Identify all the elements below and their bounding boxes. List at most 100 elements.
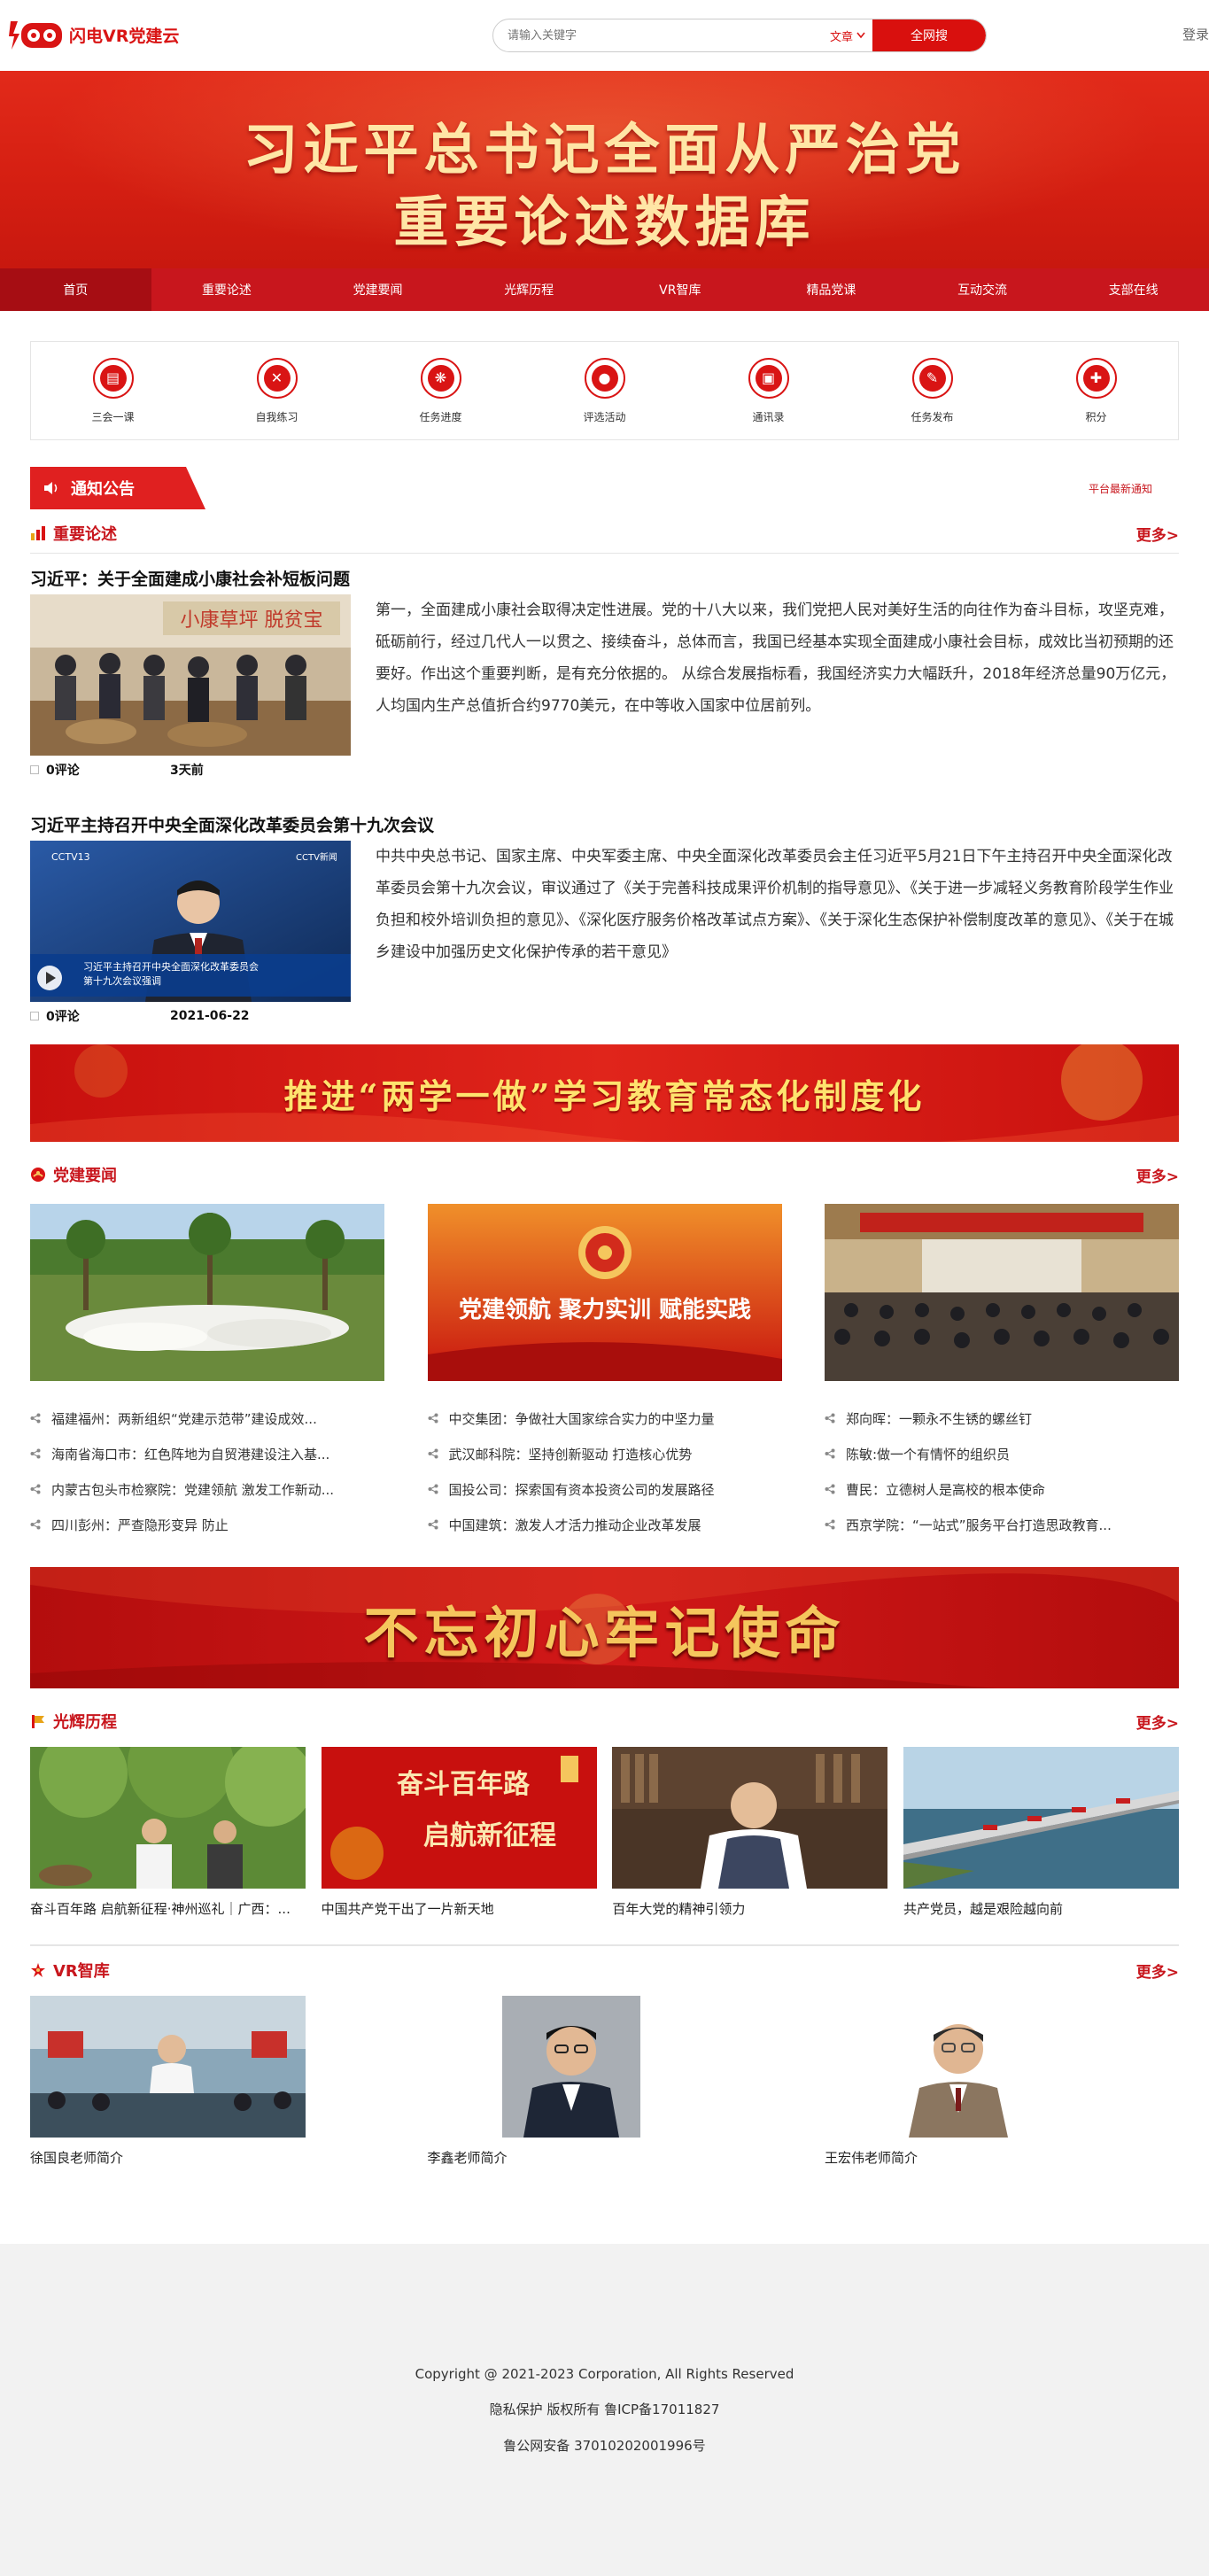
promo-banner-study[interactable]: 推进“两学一做”学习教育常态化制度化 <box>30 1044 1179 1142</box>
news-list-item[interactable]: 福建福州：两新组织“党建示范带”建设成效... <box>30 1401 384 1436</box>
news-list-item[interactable]: 四川彭州：严查隐形变异 防止 <box>30 1507 384 1542</box>
group-icon: ❋ <box>427 364 454 392</box>
news-column: 党建领航 聚力实训 赋能实践 中交集团：争做社大国家综合实力的中坚力量 武汉邮科… <box>427 1204 782 1542</box>
nav-item-key-remarks[interactable]: 重要论述 <box>151 268 303 311</box>
section-title-wrap: 重要论述 <box>30 522 117 545</box>
news-title: 海南省海口市：红色阵地为自贸港建设注入基... <box>51 1446 330 1463</box>
history-card[interactable]: 奋斗百年路 启航新征程·神州巡礼｜广西：... <box>30 1747 306 1918</box>
quick-item-contacts[interactable]: ▣ 通讯录 <box>720 357 818 424</box>
person-icon: ● <box>591 364 618 392</box>
search-button[interactable]: 全网搜 <box>872 19 986 51</box>
history-caption: 百年大党的精神引领力 <box>612 1901 746 1917</box>
article-meta: 0评论 2021-06-22 <box>30 1002 1179 1030</box>
quick-label: 通讯录 <box>752 410 785 423</box>
news-list: 中交集团：争做社大国家综合实力的中坚力量 武汉邮科院：坚持创新驱动 打造核心优势… <box>428 1401 782 1542</box>
svg-text:CCTV13: CCTV13 <box>51 851 90 863</box>
more-link[interactable]: 更多> <box>1136 1711 1179 1733</box>
vr-card[interactable]: 王宏伟老师简介 <box>825 1996 1179 2167</box>
meeting-icon: ▤ <box>99 364 127 392</box>
footer-icp[interactable]: 隐私保护 版权所有 鲁ICP备17011827 <box>0 2400 1209 2418</box>
news-title: 西京学院：“一站式”服务平台打造思政教育... <box>846 1517 1112 1533</box>
quick-item-task-publish[interactable]: ✎ 任务发布 <box>884 357 981 424</box>
news-list-item[interactable]: 中交集团：争做社大国家综合实力的中坚力量 <box>428 1401 782 1436</box>
kiwi-orchard-photo <box>30 1747 306 1889</box>
vr-card[interactable]: 徐国良老师简介 <box>30 1996 384 2167</box>
quick-item-practice[interactable]: ✕ 自我练习 <box>229 357 326 424</box>
news-list-item[interactable]: 武汉邮科院：坚持创新驱动 打造核心优势 <box>428 1436 782 1471</box>
section-title: VR智库 <box>53 1962 110 1981</box>
news-title: 武汉邮科院：坚持创新驱动 打造核心优势 <box>448 1446 693 1463</box>
article-title[interactable]: 习近平主持召开中央全面深化改革委员会第十九次会议 <box>30 800 1179 841</box>
article-item[interactable]: 习近平主持召开中央全面深化改革委员会第十九次会议 CCTV13 CCTV新闻 习… <box>30 800 1179 1030</box>
news-title: 福建福州：两新组织“党建示范带”建设成效... <box>51 1410 317 1427</box>
history-card[interactable]: 奋斗百年路 启航新征程 中国共产党干出了一片新天地 <box>321 1747 597 1918</box>
promo-banner-mission[interactable]: 不忘初心牢记使命 <box>30 1567 1179 1688</box>
vr-glasses-logo-icon <box>9 21 62 50</box>
article-thumbnail[interactable]: CCTV13 CCTV新闻 习近平主持召开中央全面深化改革委员会 第十九次会议强… <box>30 841 351 1002</box>
speaker-portrait-photo <box>612 1747 888 1889</box>
comment-icon <box>30 1012 39 1020</box>
quick-item-selection[interactable]: ● 评选活动 <box>556 357 654 424</box>
star-icon <box>31 1963 45 1977</box>
banner-title-line1: 习近平总书记全面从严治党 <box>243 117 966 182</box>
search-scope-select[interactable]: 文章 <box>830 27 872 44</box>
notice-latest-link[interactable]: 平台最新通知 <box>1089 481 1152 496</box>
quick-label: 积分 <box>1085 410 1107 423</box>
news-image[interactable] <box>825 1204 1179 1381</box>
nav-item-party-news[interactable]: 党建要闻 <box>302 268 453 311</box>
history-image: 奋斗百年路 启航新征程 <box>321 1747 597 1889</box>
notice-tab[interactable]: 通知公告 <box>30 467 205 509</box>
news-list-item[interactable]: 郑向晖：一颗永不生锈的螺丝钉 <box>825 1401 1179 1436</box>
nav-item-vr-library[interactable]: VR智库 <box>605 268 756 311</box>
nav-item-courses[interactable]: 精品党课 <box>756 268 907 311</box>
news-list-item[interactable]: 曹民：立德树人是高校的根本使命 <box>825 1471 1179 1507</box>
more-link[interactable]: 更多> <box>1136 1959 1179 1982</box>
login-link[interactable]: 登录 <box>1182 25 1209 43</box>
article-thumbnail[interactable]: 小康草坪 脱贫宝 <box>30 594 351 756</box>
quick-item-progress[interactable]: ❋ 任务进度 <box>392 357 490 424</box>
site-logo[interactable]: 闪电VR党建云 <box>9 18 179 51</box>
history-card[interactable]: 共产党员，越是艰险越向前 <box>903 1747 1179 1918</box>
footer-police-record[interactable]: 鲁公网安备 37010202001996号 <box>0 2436 1209 2455</box>
vr-card[interactable]: 李鑫老师简介 <box>428 1996 782 2167</box>
article-title[interactable]: 习近平：关于全面建成小康社会补短板问题 <box>30 554 1179 594</box>
news-list-item[interactable]: 西京学院：“一站式”服务平台打造思政教育... <box>825 1507 1179 1542</box>
share-icon <box>30 1519 41 1530</box>
comment-count[interactable]: 0评论 <box>46 761 170 779</box>
news-image[interactable] <box>30 1204 384 1381</box>
article-excerpt: 第一，全面建成小康社会取得决定性进展。党的十八大以来，我们党把人民对美好生活的向… <box>376 601 1176 715</box>
nav-item-branch-online[interactable]: 支部在线 <box>1058 268 1209 311</box>
vr-image <box>900 1996 1018 2138</box>
quick-item-points[interactable]: ✚ 积分 <box>1048 357 1145 424</box>
thumbnail-caption-line2: 第十九次会议强调 <box>83 974 161 987</box>
flag-icon <box>32 1715 44 1728</box>
geese-farm-photo <box>30 1204 384 1381</box>
news-list-item[interactable]: 国投公司：探索国有资本投资公司的发展路径 <box>428 1471 782 1507</box>
search-bar: 文章 全网搜 <box>492 19 987 52</box>
news-image-text: 党建领航 聚力实训 赋能实践 <box>458 1296 750 1323</box>
news-list-item[interactable]: 内蒙古包头市检察院：党建领航 激发工作新动... <box>30 1471 384 1507</box>
nav-item-home[interactable]: 首页 <box>0 268 151 311</box>
share-icon <box>428 1484 438 1494</box>
nav-item-history[interactable]: 光辉历程 <box>453 268 605 311</box>
history-card[interactable]: 百年大党的精神引领力 <box>612 1747 888 1918</box>
more-link[interactable]: 更多> <box>1136 1164 1179 1186</box>
news-list: 福建福州：两新组织“党建示范带”建设成效... 海南省海口市：红色阵地为自贸港建… <box>30 1401 384 1542</box>
comment-count[interactable]: 0评论 <box>46 1007 170 1025</box>
nav-item-interaction[interactable]: 互动交流 <box>907 268 1058 311</box>
news-image[interactable]: 党建领航 聚力实训 赋能实践 <box>427 1204 782 1381</box>
article-item[interactable]: 习近平：关于全面建成小康社会补短板问题 小康草坪 脱贫宝 第一，全面建成小康社会… <box>30 554 1179 784</box>
history-caption: 奋斗百年路 启航新征程·神州巡礼｜广西：... <box>30 1901 291 1917</box>
news-list-item[interactable]: 陈敏:做一个有情怀的组织员 <box>825 1436 1179 1471</box>
history-caption: 共产党员，越是艰险越向前 <box>903 1901 1063 1917</box>
quick-item-meetings[interactable]: ▤ 三会一课 <box>65 357 162 424</box>
lecture-room-photo <box>30 1996 306 2138</box>
more-link[interactable]: 更多> <box>1136 523 1179 545</box>
footer-copyright: Copyright @ 2021-2023 Corporation, All R… <box>415 2366 794 2382</box>
share-icon <box>428 1413 438 1424</box>
news-list-item[interactable]: 中国建筑：激发人才活力推动企业改革发展 <box>428 1507 782 1542</box>
search-input[interactable] <box>493 19 830 51</box>
speaker-icon <box>44 482 58 494</box>
news-list-item[interactable]: 海南省海口市：红色阵地为自贸港建设注入基... <box>30 1436 384 1471</box>
section-header-key-remarks: 重要论述 更多> <box>30 509 1179 554</box>
